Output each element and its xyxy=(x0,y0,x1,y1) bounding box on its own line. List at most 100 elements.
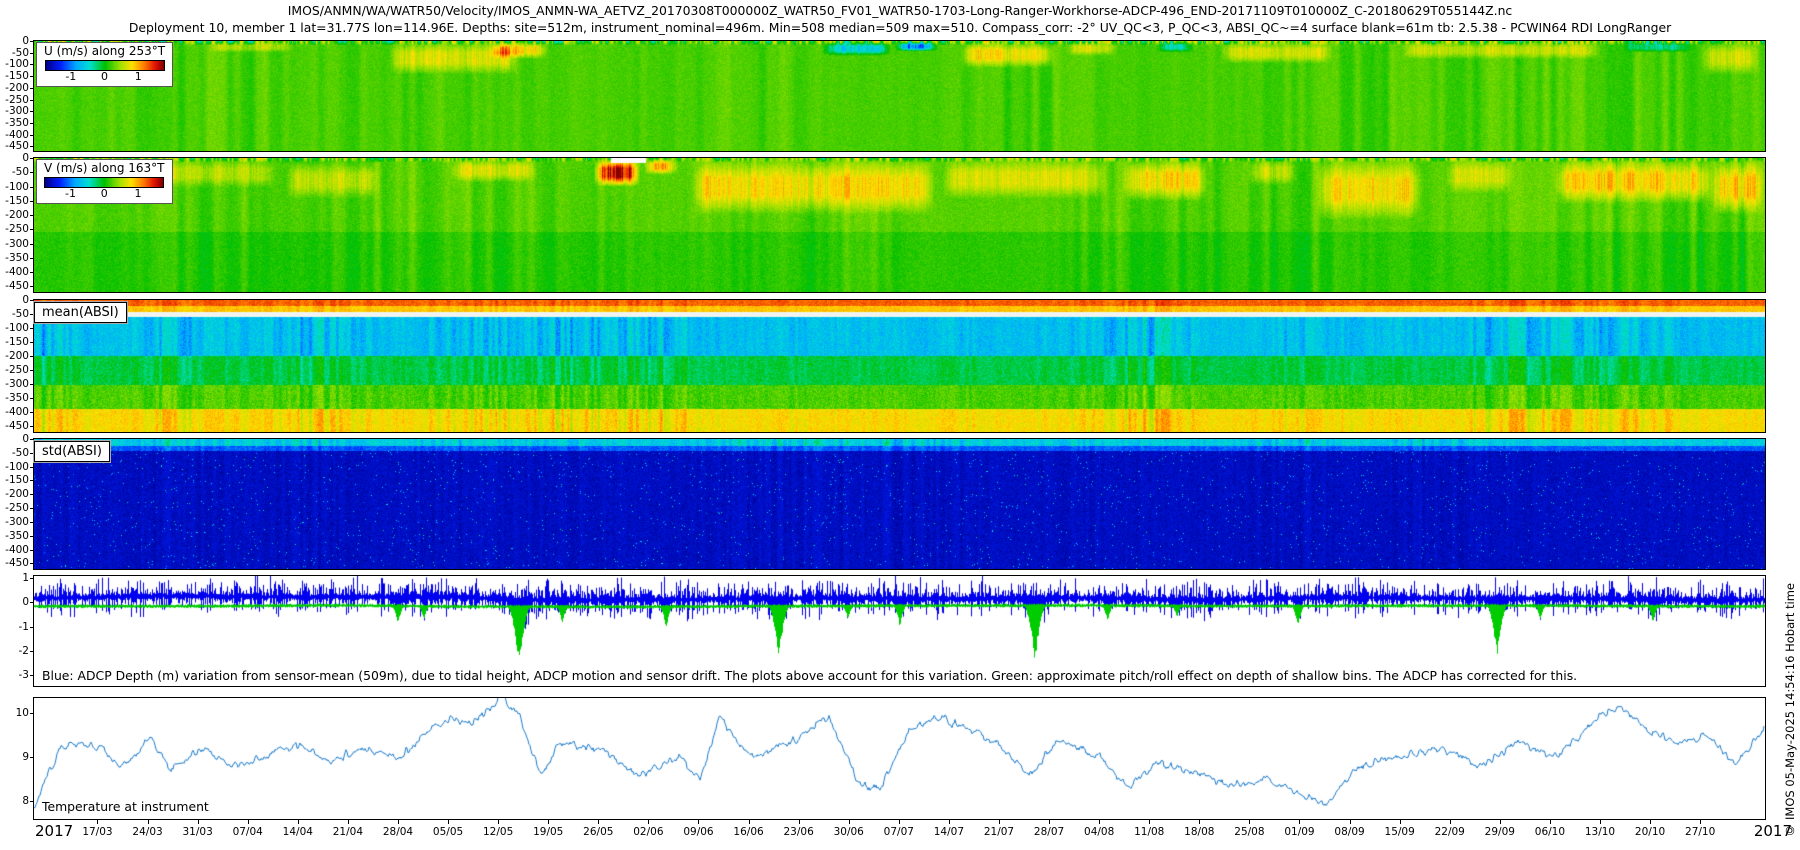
copyright-watermark: © IMOS 05-May-2025 14:54:16 Hobart time xyxy=(1783,583,1797,838)
x-tick-mark xyxy=(1249,820,1251,824)
x-tick-mark xyxy=(448,820,450,824)
y-tick-label: 0 xyxy=(22,152,29,164)
x-tick-mark xyxy=(147,820,149,824)
x-tick-mark xyxy=(197,820,199,824)
y-tick-mark xyxy=(30,186,34,188)
y-tick-label: -250 xyxy=(5,223,29,236)
colorbar-tick-label: 1 xyxy=(134,70,142,83)
y-tick-label: 9 xyxy=(22,750,29,763)
x-tick-label: 21/07 xyxy=(983,826,1015,838)
x-tick-mark xyxy=(648,820,650,824)
x-tick-label: 16/06 xyxy=(733,826,764,838)
x-tick-label: 28/04 xyxy=(382,826,414,838)
y-tick-label: -450 xyxy=(5,280,29,293)
y-tick-label: 0 xyxy=(22,596,29,609)
y-tick-label: 0 xyxy=(22,294,29,306)
x-tick-label: 29/09 xyxy=(1484,826,1515,838)
y-tick-mark xyxy=(30,398,34,400)
y-tick-label: 8 xyxy=(22,795,29,808)
x-tick-mark xyxy=(297,820,299,824)
y-tick-mark xyxy=(30,158,34,159)
panel-depth-variation: Blue: ADCP Depth (m) variation from sens… xyxy=(19,572,1766,687)
x-tick-label: 13/10 xyxy=(1584,826,1616,838)
y-tick-mark xyxy=(30,370,34,372)
x-tick-mark xyxy=(97,820,99,824)
v-colorbar-ticks: -1 0 1 xyxy=(45,187,163,201)
figure-subtitle: Deployment 10, member 1 lat=31.77S lon=1… xyxy=(128,20,1672,35)
y-tick-mark xyxy=(30,122,34,124)
x-tick-label: 14/04 xyxy=(282,826,313,838)
y-tick-label: -2 xyxy=(18,644,29,657)
x-tick-mark xyxy=(1399,820,1401,824)
y-tick-label: -250 xyxy=(5,93,29,106)
x-tick-mark xyxy=(1700,820,1702,824)
y-tick-mark xyxy=(30,602,34,604)
y-tick-mark xyxy=(30,466,34,468)
y-tick-mark xyxy=(30,801,34,803)
colorbar-tick-label: 0 xyxy=(100,187,108,200)
x-tick-mark xyxy=(498,820,500,824)
y-tick-mark xyxy=(30,215,34,217)
x-tick-label: 01/09 xyxy=(1284,826,1315,838)
x-tick-mark xyxy=(1499,820,1501,824)
std-absi-label: std(ABSI) xyxy=(33,440,111,463)
mean-absi-heatmap xyxy=(34,300,1765,432)
y-tick-label: -150 xyxy=(5,194,29,207)
x-tick-label: 02/06 xyxy=(633,826,664,838)
adcp-figure: IMOS/ANMN/WA/WATR50/Velocity/IMOS_ANMN-W… xyxy=(0,0,1800,850)
panel-v-velocity: V (m/s) along 163°T -1 0 1 0 -50 -100 -150 -20… xyxy=(5,152,1766,293)
y-tick-mark xyxy=(30,535,34,537)
y-tick-mark xyxy=(30,549,34,551)
v-legend-title: V (m/s) along 163°T xyxy=(44,161,165,175)
y-tick-label: -100 xyxy=(5,460,29,473)
x-tick-mark xyxy=(247,820,249,824)
panel-std-absi: std(ABSI) 0 -50 -100 -150 -200 -250 -300 -350 -4… xyxy=(5,433,1766,570)
figure-title: IMOS/ANMN/WA/WATR50/Velocity/IMOS_ANMN-W… xyxy=(287,3,1513,18)
x-tick-mark xyxy=(798,820,800,824)
y-tick-label: -400 xyxy=(5,406,29,419)
panel-u-velocity: U (m/s) along 253°T -1 0 1 0 -50 -100 -150 -20… xyxy=(5,35,1766,152)
x-tick-label: 07/07 xyxy=(883,826,914,838)
y-tick-mark xyxy=(30,412,34,414)
y-tick-label: -300 xyxy=(5,237,29,250)
y-tick-label: -400 xyxy=(5,543,29,556)
y-tick-mark xyxy=(30,272,34,274)
y-tick-label: -200 xyxy=(5,81,29,94)
y-tick-label: -400 xyxy=(5,266,29,279)
x-tick-label: 09/06 xyxy=(683,826,714,838)
y-tick-mark xyxy=(30,356,34,358)
x-tick-label: 21/04 xyxy=(332,826,364,838)
v-colorbar-legend: V (m/s) along 163°T -1 0 1 xyxy=(36,159,173,204)
x-tick-mark xyxy=(1199,820,1201,824)
y-tick-label: -200 xyxy=(5,488,29,501)
y-tick-label: -50 xyxy=(11,166,29,179)
x-tick-label: 28/07 xyxy=(1033,826,1065,838)
y-tick-label: -300 xyxy=(5,515,29,528)
y-tick-mark xyxy=(30,64,34,66)
x-tick-mark xyxy=(1549,820,1551,824)
y-tick-label: -100 xyxy=(5,58,29,71)
y-tick-label: -100 xyxy=(5,322,29,335)
colorbar-tick-label: -1 xyxy=(65,70,77,83)
y-tick-mark xyxy=(30,563,34,565)
x-tick-label: 22/09 xyxy=(1434,826,1465,838)
y-tick-mark xyxy=(30,41,34,42)
y-tick-label: -450 xyxy=(5,557,29,570)
x-tick-label: 06/10 xyxy=(1534,826,1566,838)
y-tick-label: -350 xyxy=(5,529,29,542)
y-tick-mark xyxy=(30,52,34,54)
y-tick-label: -450 xyxy=(5,420,29,433)
y-tick-mark xyxy=(30,650,34,652)
u-colorbar-legend: U (m/s) along 253°T -1 0 1 xyxy=(36,42,174,87)
y-tick-label: 10 xyxy=(15,706,29,719)
y-tick-mark xyxy=(30,756,34,758)
y-tick-mark xyxy=(30,200,34,202)
y-tick-label: -300 xyxy=(5,378,29,391)
y-tick-mark xyxy=(30,508,34,510)
u-colorbar-ticks: -1 0 1 xyxy=(46,70,164,84)
y-tick-label: -200 xyxy=(5,350,29,363)
y-tick-mark xyxy=(30,87,34,89)
y-tick-label: -150 xyxy=(5,70,29,83)
x-tick-mark xyxy=(1599,820,1601,824)
x-tick-mark xyxy=(1650,820,1652,824)
